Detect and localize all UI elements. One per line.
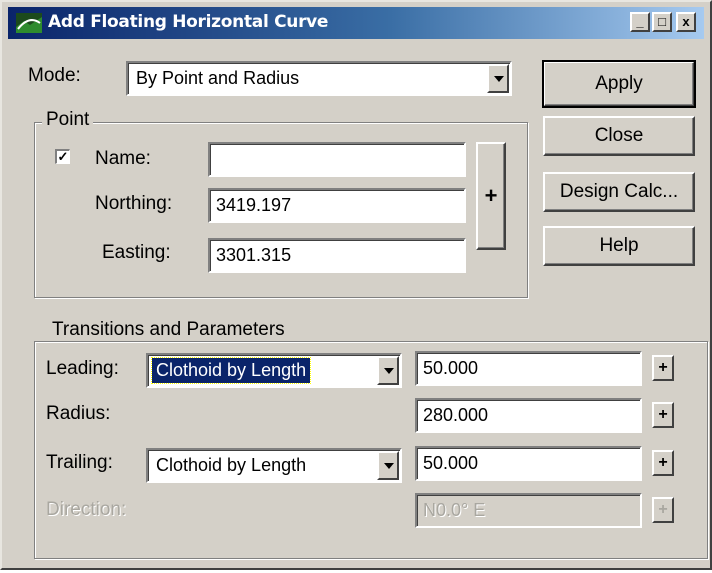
app-icon	[16, 13, 42, 33]
window-title: Add Floating Horizontal Curve	[48, 12, 329, 32]
radius-label: Radius:	[46, 403, 111, 424]
leading-select[interactable]: Clothoid by Length	[146, 353, 402, 388]
checkbox-check-icon: ✓	[57, 149, 69, 164]
title-bar[interactable]: Add Floating Horizontal Curve _ □ x	[8, 7, 704, 39]
close-button[interactable]: Close	[543, 116, 695, 156]
mode-select-value: By Point and Radius	[136, 68, 300, 88]
close-icon[interactable]: x	[676, 12, 696, 32]
name-checkbox[interactable]: ✓	[55, 149, 70, 164]
apply-button[interactable]: Apply	[542, 60, 696, 108]
direction-pick-icon: +	[652, 497, 674, 523]
chevron-down-icon[interactable]	[377, 356, 399, 385]
trailing-pick-icon[interactable]: +	[652, 450, 674, 476]
mode-select[interactable]: By Point and Radius	[126, 61, 512, 96]
direction-value-field: N0.0° E	[415, 493, 642, 528]
dialog-window: Add Floating Horizontal Curve _ □ x Mode…	[0, 0, 712, 570]
northing-field[interactable]: 3419.197	[208, 188, 466, 223]
leading-pick-icon[interactable]: +	[652, 355, 674, 381]
radius-value-field[interactable]: 280.000	[415, 398, 642, 433]
maximize-icon[interactable]: □	[652, 12, 672, 32]
pick-point-icon[interactable]: +	[476, 142, 506, 250]
chevron-down-icon[interactable]	[487, 64, 509, 93]
easting-field[interactable]: 3301.315	[208, 238, 466, 273]
transitions-group-caption: Transitions and Parameters	[48, 319, 289, 341]
leading-value-field[interactable]: 50.000	[415, 351, 642, 386]
leading-select-value: Clothoid by Length	[150, 357, 312, 384]
minimize-icon[interactable]: _	[630, 12, 650, 32]
design-calc-button[interactable]: Design Calc...	[543, 172, 695, 212]
easting-label: Easting:	[102, 242, 171, 263]
direction-label: Direction:	[46, 499, 127, 520]
trailing-select-value: Clothoid by Length	[156, 455, 307, 475]
help-button[interactable]: Help	[543, 226, 695, 266]
leading-label: Leading:	[46, 358, 119, 379]
northing-label: Northing:	[95, 193, 173, 214]
point-group-caption: Point	[42, 109, 94, 131]
mode-label: Mode:	[28, 65, 81, 86]
trailing-value-field[interactable]: 50.000	[415, 446, 642, 481]
radius-pick-icon[interactable]: +	[652, 402, 674, 428]
name-field[interactable]	[208, 142, 466, 177]
trailing-label: Trailing:	[46, 452, 113, 473]
trailing-select[interactable]: Clothoid by Length	[146, 448, 402, 483]
name-label: Name:	[95, 148, 151, 169]
chevron-down-icon[interactable]	[377, 451, 399, 480]
